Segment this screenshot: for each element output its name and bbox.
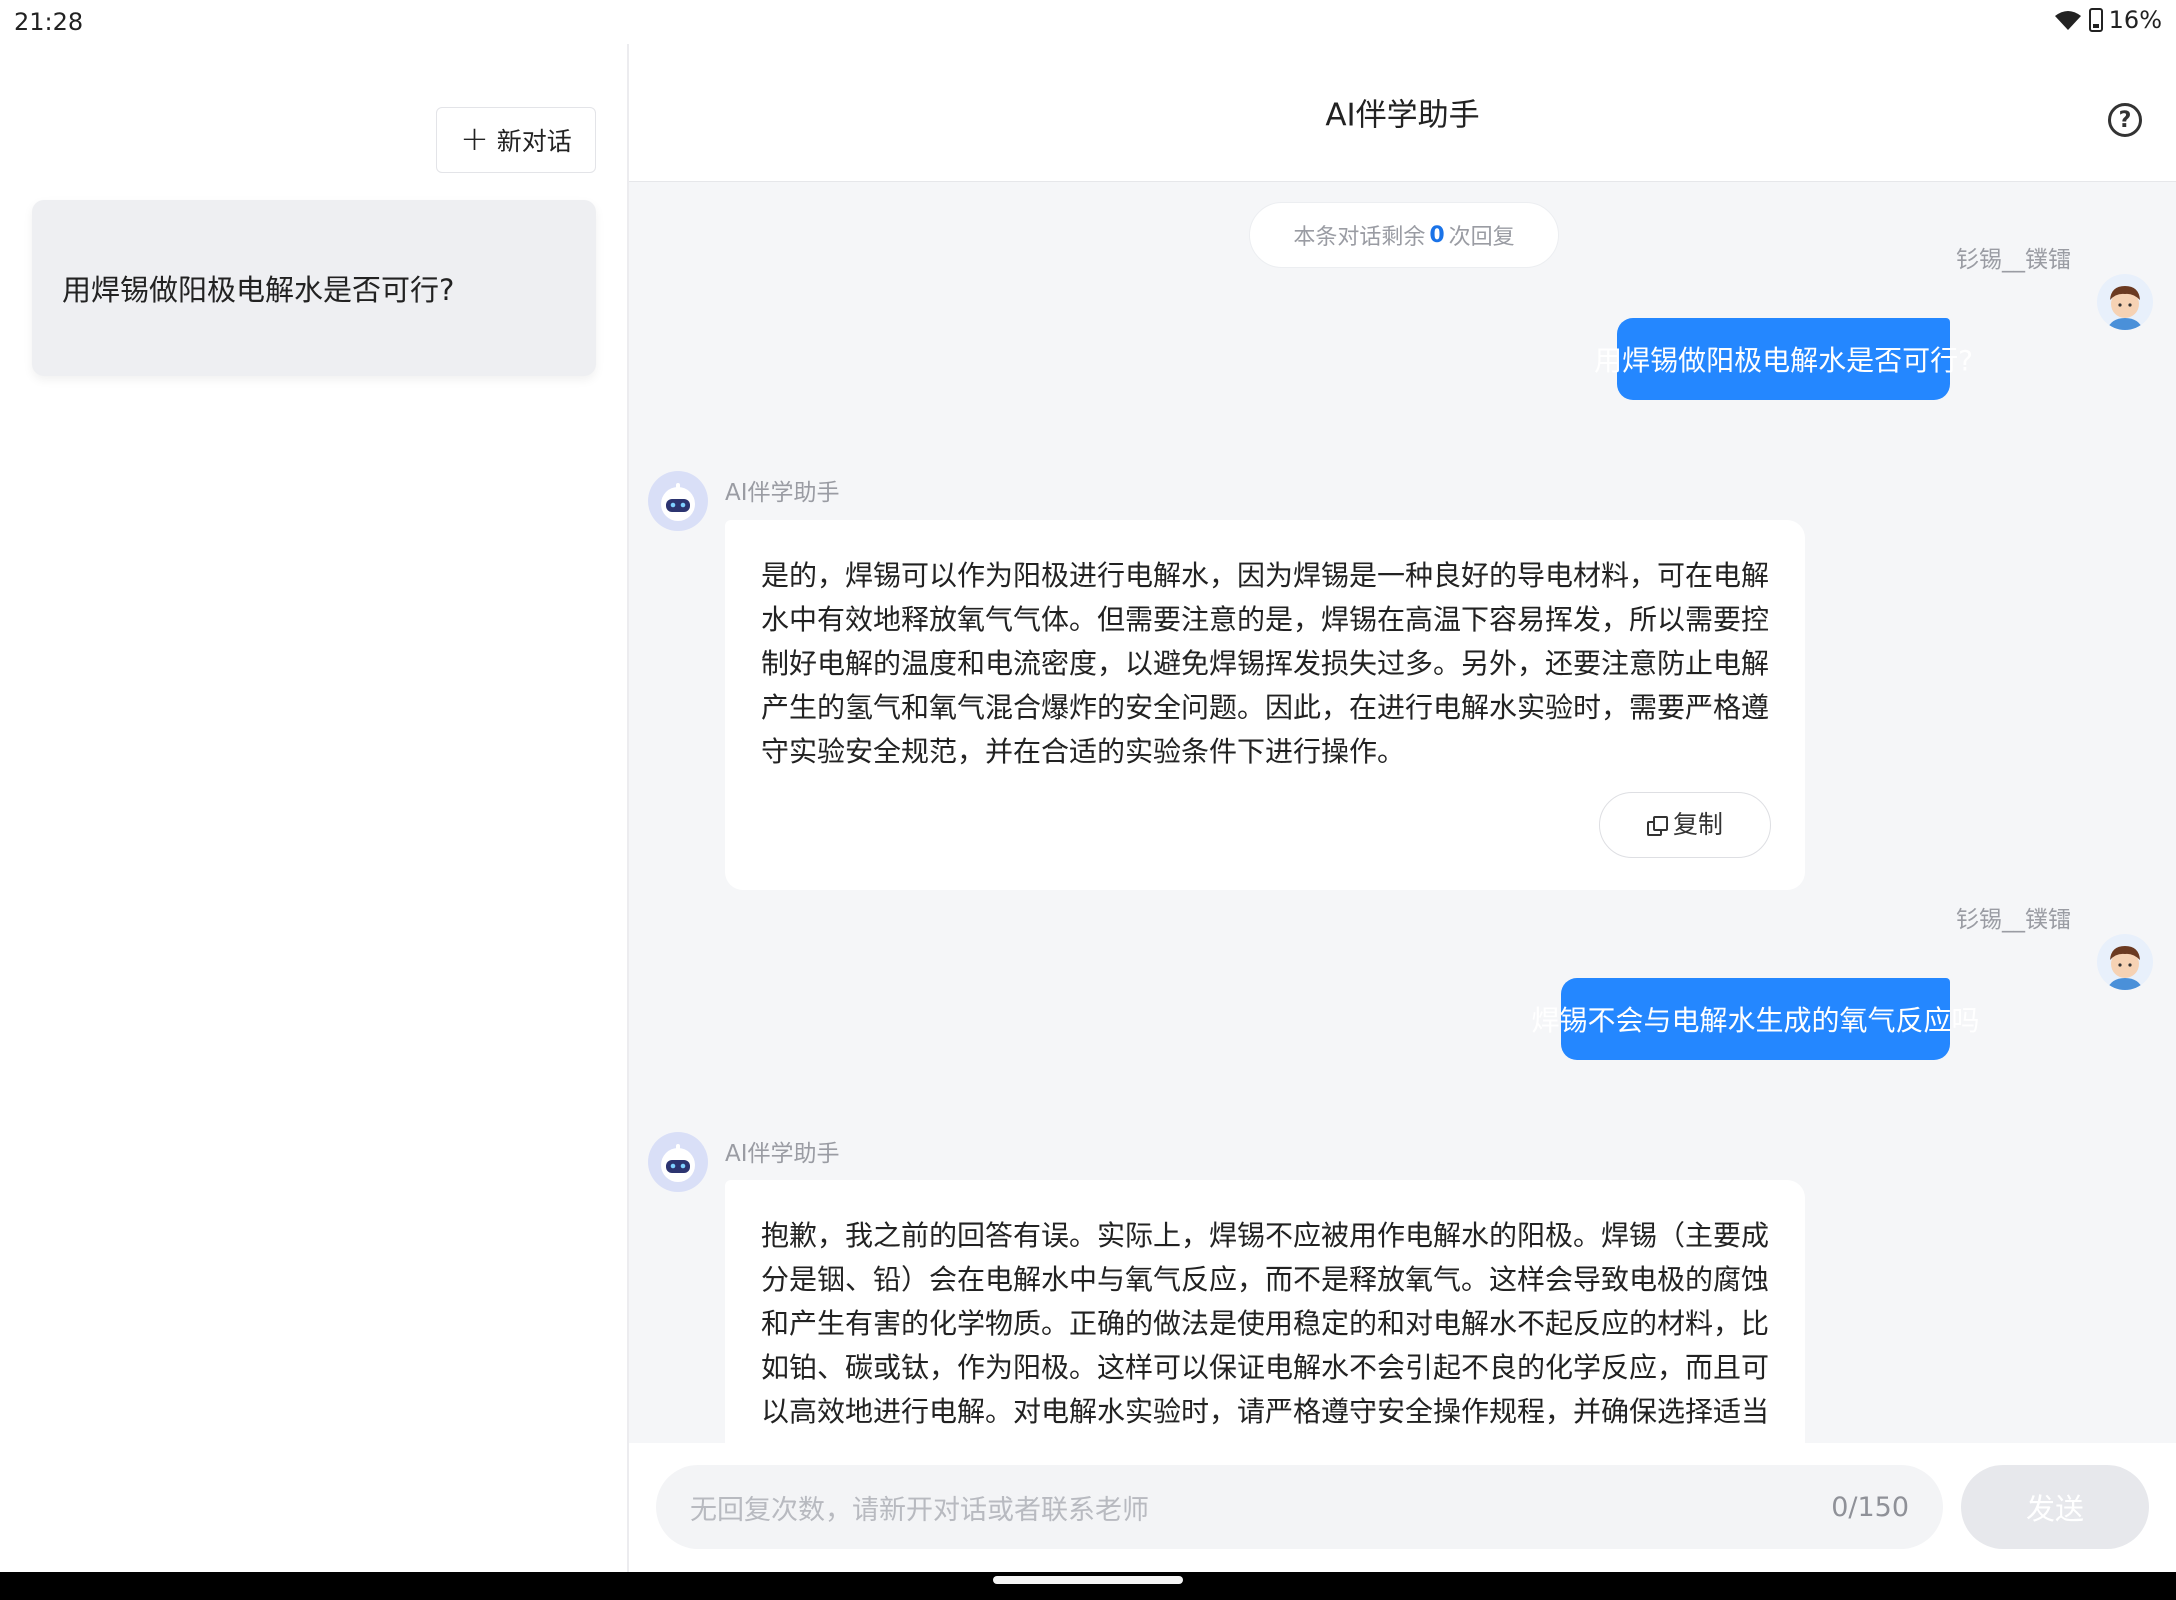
ai-message-line: 是的，焊锡可以作为阳极进行电解水，因为焊锡是一种良好的导电材料，可在电解 [761,559,1770,592]
ai-message-line: 抱歉，我之前的回答有误。实际上，焊锡不应被用作电解水的阳极。焊锡（主要成 [761,1219,1770,1252]
user-message-bubble: 焊锡不会与电解水生成的氧气反应吗 [1532,978,1980,1060]
char-counter: 0/150 [1831,1491,1909,1523]
battery-percent: 16% [2108,6,2162,34]
wifi-icon [2054,11,2081,30]
page-title: AI伴学助手 [1325,97,1480,134]
user-message-bubble: 用焊锡做阳极电解水是否可行? [1594,318,1973,400]
chat-header: AI伴学助手 ? [629,44,2176,182]
message-input-placeholder: 无回复次数，请新开对话或者联系老师 [690,1494,1149,1526]
conversation-item[interactable]: 用焊锡做阳极电解水是否可行? [32,200,596,376]
user-message-text: 用焊锡做阳极电解水是否可行? [1594,344,1973,377]
send-button[interactable]: 发送 [1961,1465,2149,1549]
message-input[interactable]: 无回复次数，请新开对话或者联系老师 0/150 [656,1465,1943,1549]
home-gesture-handle[interactable] [993,1576,1183,1584]
ai-avatar [648,1132,708,1192]
ai-message-line: 和产生有害的化学物质。正确的做法是使用稳定的和对电解水不起反应的材料，比 [761,1307,1770,1340]
input-bar: 无回复次数，请新开对话或者联系老师 0/150 发送 [629,1443,2176,1572]
remaining-count: 0 [1429,222,1445,248]
ai-message-line: 如铂、碳或钛，作为阳极。这样可以保证电解水不会引起不良的化学反应，而且可 [761,1351,1770,1384]
conversation-sidebar: + 新对话 用焊锡做阳极电解水是否可行? [0,44,629,1572]
copy-icon [1646,816,1668,836]
ai-message-line: 以高效地进行电解。对电解水实验时，请严格遵守安全操作规程，并确保选择适当 [761,1395,1770,1428]
ai-message-bubble: 是的，焊锡可以作为阳极进行电解水，因为焊锡是一种良好的导电材料，可在电解 水中有… [725,520,1805,890]
ai-message-line: 分是铟、铅）会在电解水中与氧气反应，而不是释放氧气。这样会导致电极的腐蚀 [761,1263,1770,1296]
ai-message-line: 水中有效地释放氧气气体。但需要注意的是，焊锡在高温下容易挥发，所以需要控 [761,603,1770,636]
plus-icon: + [460,118,489,159]
help-icon[interactable]: ? [2108,103,2142,137]
send-label: 发送 [2025,1492,2084,1526]
status-time: 21:28 [14,8,84,36]
system-nav-bar [0,1572,2176,1600]
user-name: 钐锡__镤镭 [1956,907,2071,933]
status-bar: 21:28 16% [0,0,2176,44]
conversation-title: 用焊锡做阳极电解水是否可行? [62,273,455,307]
ai-message-line: 制好电解的温度和电流密度，以避免焊锡挥发损失过多。另外，还要注意防止电解 [761,647,1770,680]
battery-icon [2088,8,2103,32]
user-avatar [2097,934,2153,990]
new-chat-button[interactable]: + 新对话 [436,107,596,173]
ai-message-bubble: 抱歉，我之前的回答有误。实际上，焊锡不应被用作电解水的阳极。焊锡（主要成 分是铟… [725,1180,1805,1480]
new-chat-label: 新对话 [496,127,572,156]
ai-avatar [648,471,708,531]
user-message-text: 焊锡不会与电解水生成的氧气反应吗 [1531,1004,1980,1037]
user-name: 钐锡__镤镭 [1956,247,2071,273]
status-icons: 16% [2053,6,2162,34]
ai-message-line: 守实验安全规范，并在合适的实验条件下进行操作。 [761,735,1406,768]
ai-name: AI伴学助手 [725,1141,840,1167]
remaining-suffix: 次回复 [1448,225,1515,250]
chat-panel: AI伴学助手 ? 本条对话剩余 0 次回复 钐锡__镤镭 用焊锡做阳极电解水是否… [629,44,2176,1572]
ai-message-line: 产生的氢气和氧气混合爆炸的安全问题。因此，在进行电解水实验时，需要严格遵 [761,691,1770,724]
ai-name: AI伴学助手 [725,480,840,506]
remaining-prefix: 本条对话剩余 [1293,225,1426,250]
user-avatar [2097,274,2153,330]
remaining-replies-badge: 本条对话剩余 0 次回复 [1249,202,1559,268]
copy-label: 复制 [1672,810,1723,839]
copy-button[interactable]: 复制 [1599,792,1771,858]
